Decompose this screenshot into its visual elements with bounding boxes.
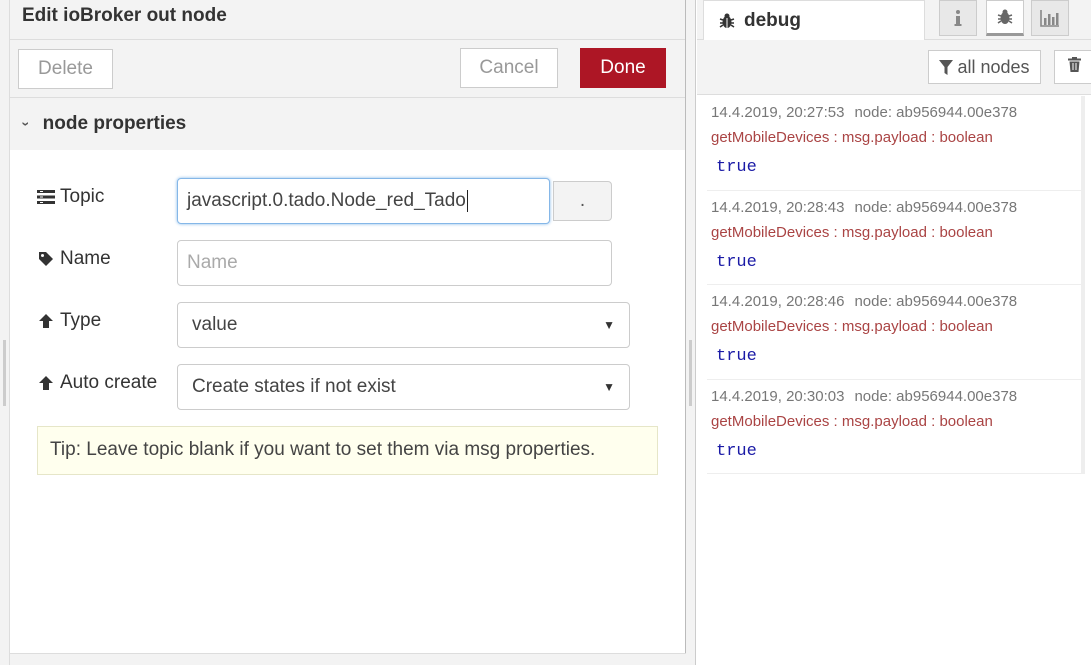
delete-button[interactable]: Delete <box>18 49 113 89</box>
message-node-id[interactable]: node: ab956944.00e378 <box>854 104 1017 121</box>
auto-create-select[interactable]: Create states if not exist ▼ <box>177 364 630 410</box>
done-button[interactable]: Done <box>580 48 666 88</box>
debug-message[interactable]: 14.4.2019, 20:28:43 node: ab956944.00e378… <box>707 190 1085 285</box>
debug-message[interactable]: 14.4.2019, 20:27:53 node: ab956944.00e378… <box>707 96 1085 191</box>
section-title: node properties <box>42 113 187 134</box>
node-properties-header[interactable]: › node properties <box>10 98 685 150</box>
chevron-down-icon: › <box>18 121 35 127</box>
message-name: getMobileDevices : msg.payload : boolean <box>711 318 993 335</box>
bug-icon <box>718 12 736 30</box>
dropdown-arrow-icon: ▼ <box>603 318 615 332</box>
debug-message[interactable]: 14.4.2019, 20:30:03 node: ab956944.00e378… <box>707 379 1085 474</box>
resize-grip[interactable] <box>3 340 6 406</box>
topic-label: Topic <box>36 186 104 208</box>
name-label: Name <box>36 248 111 270</box>
auto-create-label: Auto create <box>36 372 157 394</box>
cancel-button[interactable]: Cancel <box>460 48 558 88</box>
text-caret <box>466 190 468 212</box>
sidebar-splitter[interactable] <box>686 0 696 665</box>
tray-footer <box>10 653 686 665</box>
edit-node-tray: Edit ioBroker out node Delete Cancel Don… <box>10 0 686 665</box>
message-node-id[interactable]: node: ab956944.00e378 <box>854 293 1017 310</box>
debug-message[interactable]: 14.4.2019, 20:28:46 node: ab956944.00e378… <box>707 285 1085 380</box>
message-timestamp: 14.4.2019, 20:28:43 <box>711 198 845 216</box>
message-meta: 14.4.2019, 20:28:43 node: ab956944.00e378 <box>711 199 1077 216</box>
filter-button[interactable]: all nodes <box>928 50 1041 84</box>
tray-toolbar: Delete Cancel Done <box>10 40 685 98</box>
message-name: getMobileDevices : msg.payload : boolean <box>711 412 993 430</box>
name-input[interactable]: Name <box>177 240 612 286</box>
trash-icon <box>1067 57 1081 77</box>
tray-title: Edit ioBroker out node <box>10 0 685 40</box>
tip-box: Tip: Leave topic blank if you want to se… <box>37 426 658 475</box>
message-node-id[interactable]: node: ab956944.00e378 <box>854 199 1017 216</box>
dropdown-arrow-icon: ▼ <box>603 380 615 394</box>
message-meta: 14.4.2019, 20:27:53 node: ab956944.00e378 <box>711 104 1077 121</box>
message-meta: 14.4.2019, 20:28:46 node: ab956944.00e378 <box>711 293 1077 310</box>
bug-icon[interactable] <box>986 0 1024 36</box>
type-label: Type <box>36 310 101 332</box>
filter-icon <box>939 59 954 75</box>
topic-input[interactable]: javascript.0.tado.Node_red_Tado <box>177 178 550 224</box>
message-name: getMobileDevices : msg.payload : boolean <box>711 223 993 241</box>
type-select[interactable]: value ▼ <box>177 302 630 348</box>
message-value: true <box>716 158 757 177</box>
message-timestamp: 14.4.2019, 20:28:46 <box>711 293 845 310</box>
tab-debug[interactable]: debug <box>703 0 925 41</box>
message-name: getMobileDevices : msg.payload : boolean <box>711 129 993 146</box>
debug-toolbar: all nodes <box>697 40 1091 95</box>
message-meta: 14.4.2019, 20:30:03 node: ab956944.00e378 <box>711 388 1077 405</box>
message-value: true <box>716 252 757 272</box>
message-value: true <box>716 347 757 366</box>
chart-icon[interactable] <box>1031 0 1069 36</box>
debug-sidebar: debug all nodes 14.4.2019, 20:27:53node <box>697 0 1091 665</box>
message-node-id[interactable]: node: ab956944.00e378 <box>854 388 1017 405</box>
clear-button[interactable] <box>1054 50 1091 84</box>
tag-icon <box>36 251 56 267</box>
resize-grip[interactable] <box>689 340 692 406</box>
info-icon[interactable] <box>939 0 977 36</box>
message-timestamp: 14.4.2019, 20:30:03 <box>711 387 845 405</box>
left-edge-strip <box>0 0 10 665</box>
properties-form: Topic javascript.0.tado.Node_red_Tado . … <box>10 150 685 650</box>
debug-messages: 14.4.2019, 20:27:53 node: ab956944.00e378… <box>707 96 1085 474</box>
topic-select-button[interactable]: . <box>553 181 612 221</box>
tasks-icon <box>36 189 56 205</box>
message-timestamp: 14.4.2019, 20:27:53 <box>711 104 845 121</box>
arrow-up-icon <box>36 313 56 329</box>
sidebar-tabs: debug <box>697 0 1091 41</box>
message-value: true <box>716 441 757 461</box>
arrow-up-icon <box>36 375 56 391</box>
